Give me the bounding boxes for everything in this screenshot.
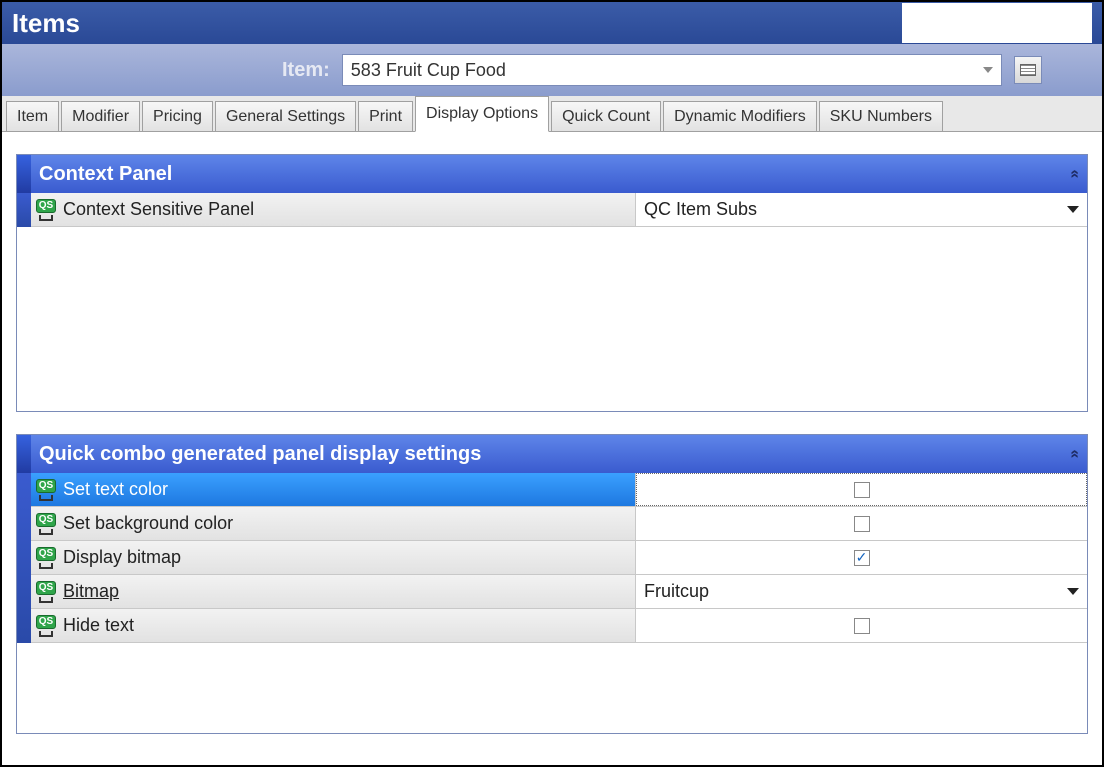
tab-label: General Settings [226,108,345,126]
tab-label: Quick Count [562,108,650,126]
property-label: QS Hide text [31,609,636,642]
tab-general-settings[interactable]: General Settings [215,101,356,131]
property-value-checkbox[interactable] [636,473,1087,506]
panel-body: QS Set text color QS Set background colo… [17,473,1087,643]
tab-display-options[interactable]: Display Options [415,96,549,132]
property-value-dropdown[interactable]: QC Item Subs [636,193,1087,226]
context-panel: Context Panel « QS Context Sensitive Pan… [16,154,1088,412]
property-label: QS Display bitmap [31,541,636,574]
qs-icon: QS [35,581,57,603]
property-value-dropdown[interactable]: Fruitcup [636,575,1087,608]
property-grid: QS Set text color QS Set background colo… [31,473,1087,643]
panel-title-text: Quick combo generated panel display sett… [39,443,481,466]
property-label-text: Hide text [63,615,134,636]
quick-combo-panel: Quick combo generated panel display sett… [16,434,1088,734]
titlebar: Items [2,2,1102,44]
tab-print[interactable]: Print [358,101,413,131]
tab-quick-count[interactable]: Quick Count [551,101,661,131]
tab-label: Modifier [72,108,129,126]
app-frame: Items Item: 583 Fruit Cup Food Item Modi… [0,0,1104,767]
app-title: Items [12,8,80,39]
panel-stripe [17,155,31,193]
property-label: QS Set text color [31,473,636,506]
content-area: Context Panel « QS Context Sensitive Pan… [2,132,1102,765]
panel-title: Quick combo generated panel display sett… [31,435,1087,473]
tab-item[interactable]: Item [6,101,59,131]
qs-badge: QS [36,547,56,561]
titlebar-blank [902,3,1092,43]
qs-icon: QS [35,199,57,221]
panel-header: Quick combo generated panel display sett… [17,435,1087,473]
property-value-checkbox[interactable] [636,609,1087,642]
property-label: QS Context Sensitive Panel [31,193,636,226]
property-row-set-background-color[interactable]: QS Set background color [31,507,1087,541]
tab-label: Pricing [153,108,202,126]
tab-label: Dynamic Modifiers [674,108,806,126]
tab-label: Print [369,108,402,126]
tab-sku-numbers[interactable]: SKU Numbers [819,101,943,131]
qs-icon: QS [35,547,57,569]
panel-side-stripe [17,473,31,643]
property-label-text: Display bitmap [63,547,181,568]
property-label: QS Bitmap [31,575,636,608]
property-row-set-text-color[interactable]: QS Set text color [31,473,1087,507]
qs-badge: QS [36,615,56,629]
panel-header: Context Panel « [17,155,1087,193]
property-label-text: Set background color [63,513,233,534]
keyboard-icon-button[interactable] [1014,56,1042,84]
tab-label: SKU Numbers [830,108,932,126]
collapse-icon[interactable]: « [1066,170,1084,179]
keyboard-icon [1020,64,1036,76]
property-value-text: QC Item Subs [644,199,757,220]
qs-icon: QS [35,615,57,637]
chevron-down-icon [1067,206,1079,213]
property-row-hide-text[interactable]: QS Hide text [31,609,1087,643]
tab-modifier[interactable]: Modifier [61,101,140,131]
tabstrip: Item Modifier Pricing General Settings P… [2,96,1102,132]
property-value-checkbox[interactable]: ✓ [636,541,1087,574]
tab-label: Display Options [426,105,538,123]
checkbox-checked[interactable]: ✓ [854,550,870,566]
property-value-text: Fruitcup [644,581,709,602]
item-dropdown-value: 583 Fruit Cup Food [351,60,506,81]
panel-title-text: Context Panel [39,163,172,186]
chevron-down-icon [1067,588,1079,595]
property-row-context-sensitive-panel[interactable]: QS Context Sensitive Panel QC Item Subs [31,193,1087,227]
property-label-link[interactable]: Bitmap [63,581,119,602]
property-label-text: Context Sensitive Panel [63,199,254,220]
collapse-icon[interactable]: « [1066,450,1084,459]
qs-badge: QS [36,199,56,213]
property-value-checkbox[interactable] [636,507,1087,540]
qs-badge: QS [36,581,56,595]
qs-badge: QS [36,513,56,527]
qs-badge: QS [36,479,56,493]
panel-stripe [17,435,31,473]
qs-icon: QS [35,479,57,501]
panel-side-stripe [17,193,31,227]
chevron-down-icon [983,67,993,73]
checkbox-unchecked[interactable] [854,516,870,532]
tab-label: Item [17,108,48,126]
panel-title: Context Panel « [31,155,1087,193]
checkbox-unchecked[interactable] [854,482,870,498]
item-dropdown[interactable]: 583 Fruit Cup Food [342,54,1002,86]
property-grid: QS Context Sensitive Panel QC Item Subs [31,193,1087,227]
property-row-display-bitmap[interactable]: QS Display bitmap ✓ [31,541,1087,575]
item-label: Item: [282,59,330,82]
checkbox-unchecked[interactable] [854,618,870,634]
tab-dynamic-modifiers[interactable]: Dynamic Modifiers [663,101,817,131]
qs-icon: QS [35,513,57,535]
property-label-text: Set text color [63,479,168,500]
tab-pricing[interactable]: Pricing [142,101,213,131]
property-row-bitmap[interactable]: QS Bitmap Fruitcup [31,575,1087,609]
item-bar: Item: 583 Fruit Cup Food [2,44,1102,96]
property-label: QS Set background color [31,507,636,540]
panel-body: QS Context Sensitive Panel QC Item Subs [17,193,1087,227]
